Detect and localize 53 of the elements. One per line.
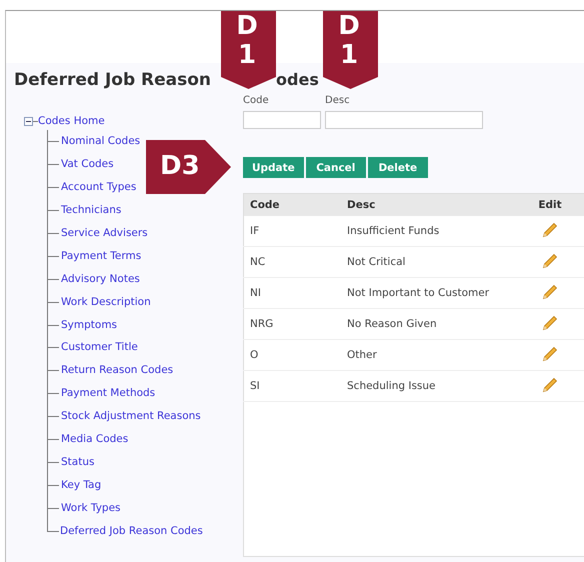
field-label: Code: [243, 95, 270, 106]
tree-item[interactable]: Key Tag: [61, 478, 102, 491]
action-button[interactable]: Update: [243, 157, 304, 178]
pencil-icon[interactable]: [542, 252, 558, 268]
table-cell: Other: [341, 340, 514, 370]
tree-item[interactable]: Codes Home: [38, 115, 105, 127]
table-cell: Insufficient Funds: [341, 216, 514, 246]
table-cell: NRG: [244, 308, 341, 340]
pencil-icon[interactable]: [542, 376, 558, 392]
pencil-icon[interactable]: [542, 314, 558, 330]
callout-label: D1: [337, 12, 361, 70]
tree-item[interactable]: Payment Terms: [61, 250, 142, 262]
tree-item[interactable]: Work Description: [61, 296, 151, 308]
input-field[interactable]: [243, 111, 321, 129]
tree-item[interactable]: Service Advisers: [61, 227, 148, 239]
table-cell: O: [244, 340, 341, 370]
callout-label: D3: [160, 152, 200, 181]
table-cell: SI: [244, 370, 341, 402]
table-cell: Not Important to Customer: [341, 278, 514, 308]
field-label: Desc: [325, 95, 351, 106]
table-cell: No Reason Given: [341, 308, 514, 340]
table-cell: IF: [244, 216, 341, 246]
action-button[interactable]: Delete: [368, 157, 428, 178]
input-field[interactable]: [325, 111, 483, 129]
tree-item[interactable]: Deferred Job Reason Codes: [60, 524, 203, 537]
tree-item[interactable]: Return Reason Codes: [61, 364, 174, 376]
pencil-icon[interactable]: [542, 346, 558, 362]
column-header: Edit: [514, 194, 584, 216]
pencil-icon[interactable]: [542, 222, 558, 238]
table-cell: Not Critical: [341, 246, 514, 278]
column-header: Code: [244, 194, 341, 216]
tree-item[interactable]: Nominal Codes: [61, 135, 140, 148]
callout-label: D1: [235, 12, 259, 70]
pencil-icon[interactable]: [542, 284, 558, 300]
tree-item[interactable]: Media Codes: [61, 433, 128, 446]
tree-item[interactable]: Technicians: [61, 204, 122, 216]
tree-item[interactable]: Vat Codes: [61, 158, 114, 170]
table-cell: NC: [244, 246, 341, 278]
tree-item[interactable]: Account Types: [61, 181, 136, 194]
column-header: Desc: [341, 194, 514, 216]
table-cell: NI: [244, 278, 341, 308]
tree-item[interactable]: Work Types: [61, 502, 121, 514]
page-title: Deferred Job Reason: [14, 69, 212, 91]
collapse-icon[interactable]: [24, 116, 33, 126]
tree-item[interactable]: Status: [61, 456, 94, 468]
tree-item[interactable]: Stock Adjustment Reasons: [61, 410, 201, 422]
action-button[interactable]: Cancel: [306, 157, 366, 178]
tree-item[interactable]: Payment Methods: [61, 387, 156, 400]
tree-item[interactable]: Customer Title: [61, 341, 138, 354]
table-cell: Scheduling Issue: [341, 370, 514, 402]
page-title-tail: odes: [276, 69, 319, 91]
tree-item[interactable]: Symptoms: [61, 318, 118, 331]
tree-item[interactable]: Advisory Notes: [61, 272, 140, 285]
